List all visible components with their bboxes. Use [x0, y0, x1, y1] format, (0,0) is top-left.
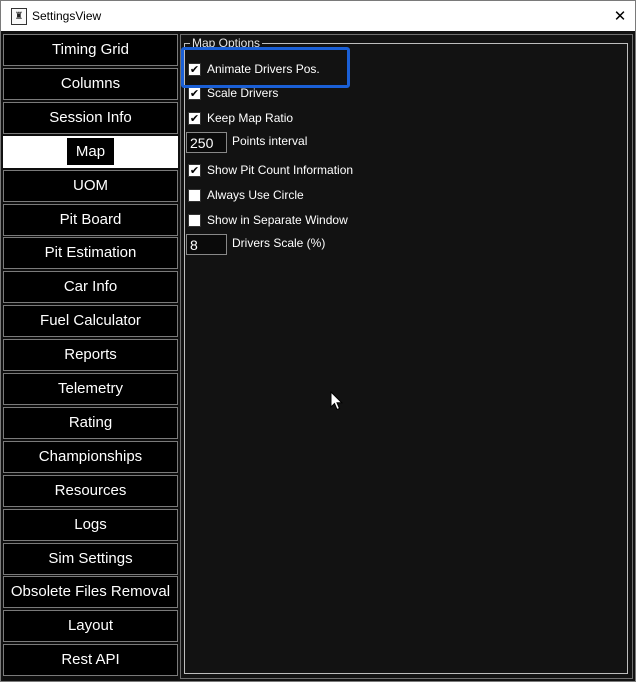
scale-drivers-checkbox[interactable]: ✔	[188, 86, 201, 100]
sidebar-item-rating[interactable]: Rating	[3, 406, 178, 439]
sidebar-item-championships[interactable]: Championships	[3, 440, 178, 473]
sidebar-item-label: Car Info	[63, 278, 118, 296]
points-interval-input[interactable]	[186, 132, 227, 153]
group-legend: Map Options	[190, 37, 263, 49]
window-title: SettingsView	[32, 9, 102, 23]
show-pit-count-checkbox[interactable]: ✔	[188, 163, 201, 177]
sidebar-item-fuel-calculator[interactable]: Fuel Calculator	[3, 305, 178, 338]
show-pit-count-label: Show Pit Count Information	[207, 163, 354, 177]
sidebar-item-timing-grid[interactable]: Timing Grid	[3, 34, 178, 66]
animate-drivers-label: Animate Drivers Pos.	[207, 62, 320, 76]
sidebar-item-label: Sim Settings	[48, 549, 133, 567]
sidebar-item-car-info[interactable]: Car Info	[3, 271, 178, 304]
close-icon[interactable]: ✕	[597, 1, 636, 31]
sidebar-item-rest-api[interactable]: Rest API	[3, 644, 178, 677]
sidebar-item-label: Rating	[68, 413, 113, 431]
sidebar-item-label: Fuel Calculator	[40, 312, 141, 330]
separate-window-label: Show in Separate Window	[207, 213, 348, 227]
sidebar-item-reports[interactable]: Reports	[3, 339, 178, 372]
sidebar-item-label: Championships	[38, 447, 143, 465]
scale-drivers-label: Scale Drivers	[207, 86, 279, 100]
sidebar-item-label: Layout	[67, 617, 114, 635]
sidebar-item-resources[interactable]: Resources	[3, 474, 178, 507]
app-icon: ♜	[11, 8, 27, 25]
mouse-cursor-icon	[330, 391, 343, 411]
keep-map-ratio-label: Keep Map Ratio	[207, 111, 294, 125]
sidebar-item-label: Session Info	[49, 108, 132, 126]
always-use-circle-label: Always Use Circle	[207, 188, 304, 202]
sidebar-item-session-info[interactable]: Session Info	[3, 101, 178, 134]
sidebar-item-label: Resources	[54, 481, 127, 499]
always-use-circle-option[interactable]: Always Use Circle	[188, 187, 304, 203]
sidebar-item-label: Columns	[60, 74, 121, 92]
keep-map-ratio-checkbox[interactable]: ✔	[188, 111, 201, 125]
sidebar-item-label: Telemetry	[57, 380, 124, 397]
drivers-scale-input[interactable]	[186, 234, 227, 255]
sidebar-item-uom[interactable]: UOM	[3, 169, 178, 202]
show-pit-count-option[interactable]: ✔ Show Pit Count Information	[188, 162, 353, 178]
sidebar-item-label: Pit Estimation	[44, 244, 137, 262]
sidebar-item-layout[interactable]: Layout	[3, 610, 178, 643]
sidebar-item-label: Map	[66, 137, 115, 165]
separate-window-option[interactable]: Show in Separate Window	[188, 212, 348, 228]
sidebar-item-label: Pit Board	[59, 210, 122, 228]
sidebar-item-label: Obsolete Files Removal	[10, 583, 171, 601]
sidebar-item-obsolete-files-removal[interactable]: Obsolete Files Removal	[3, 576, 178, 609]
sidebar-item-pit-estimation[interactable]: Pit Estimation	[3, 237, 178, 270]
sidebar-item-sim-settings[interactable]: Sim Settings	[3, 542, 178, 575]
points-interval-label: Points interval	[232, 134, 308, 148]
keep-map-ratio-option[interactable]: ✔ Keep Map Ratio	[188, 110, 293, 126]
sidebar-item-columns[interactable]: Columns	[3, 67, 178, 100]
sidebar-item-logs[interactable]: Logs	[3, 508, 178, 541]
animate-drivers-option[interactable]: ✔ Animate Drivers Pos.	[188, 61, 320, 77]
sidebar-item-label: Logs	[74, 515, 107, 533]
scale-drivers-option[interactable]: ✔ Scale Drivers	[188, 85, 278, 101]
sidebar-item-label: UOM	[73, 176, 108, 194]
drivers-scale-label: Drivers Scale (%)	[232, 236, 326, 250]
title-bar[interactable]: ♜ SettingsView ✕	[1, 1, 635, 31]
sidebar-item-label: Rest API	[61, 651, 120, 669]
sidebar-item-map[interactable]: Map	[3, 135, 178, 168]
animate-drivers-checkbox[interactable]: ✔	[188, 62, 201, 76]
sidebar: Timing Grid Columns Session Info Map UOM Pit …	[3, 34, 178, 680]
sidebar-item-telemetry[interactable]: Telemetry	[3, 373, 178, 405]
sidebar-item-pit-board[interactable]: Pit Board	[3, 203, 178, 236]
separate-window-checkbox[interactable]	[188, 213, 201, 227]
sidebar-item-label: Timing Grid	[52, 41, 129, 58]
sidebar-item-label: Reports	[64, 346, 117, 364]
always-use-circle-checkbox[interactable]	[188, 188, 201, 202]
